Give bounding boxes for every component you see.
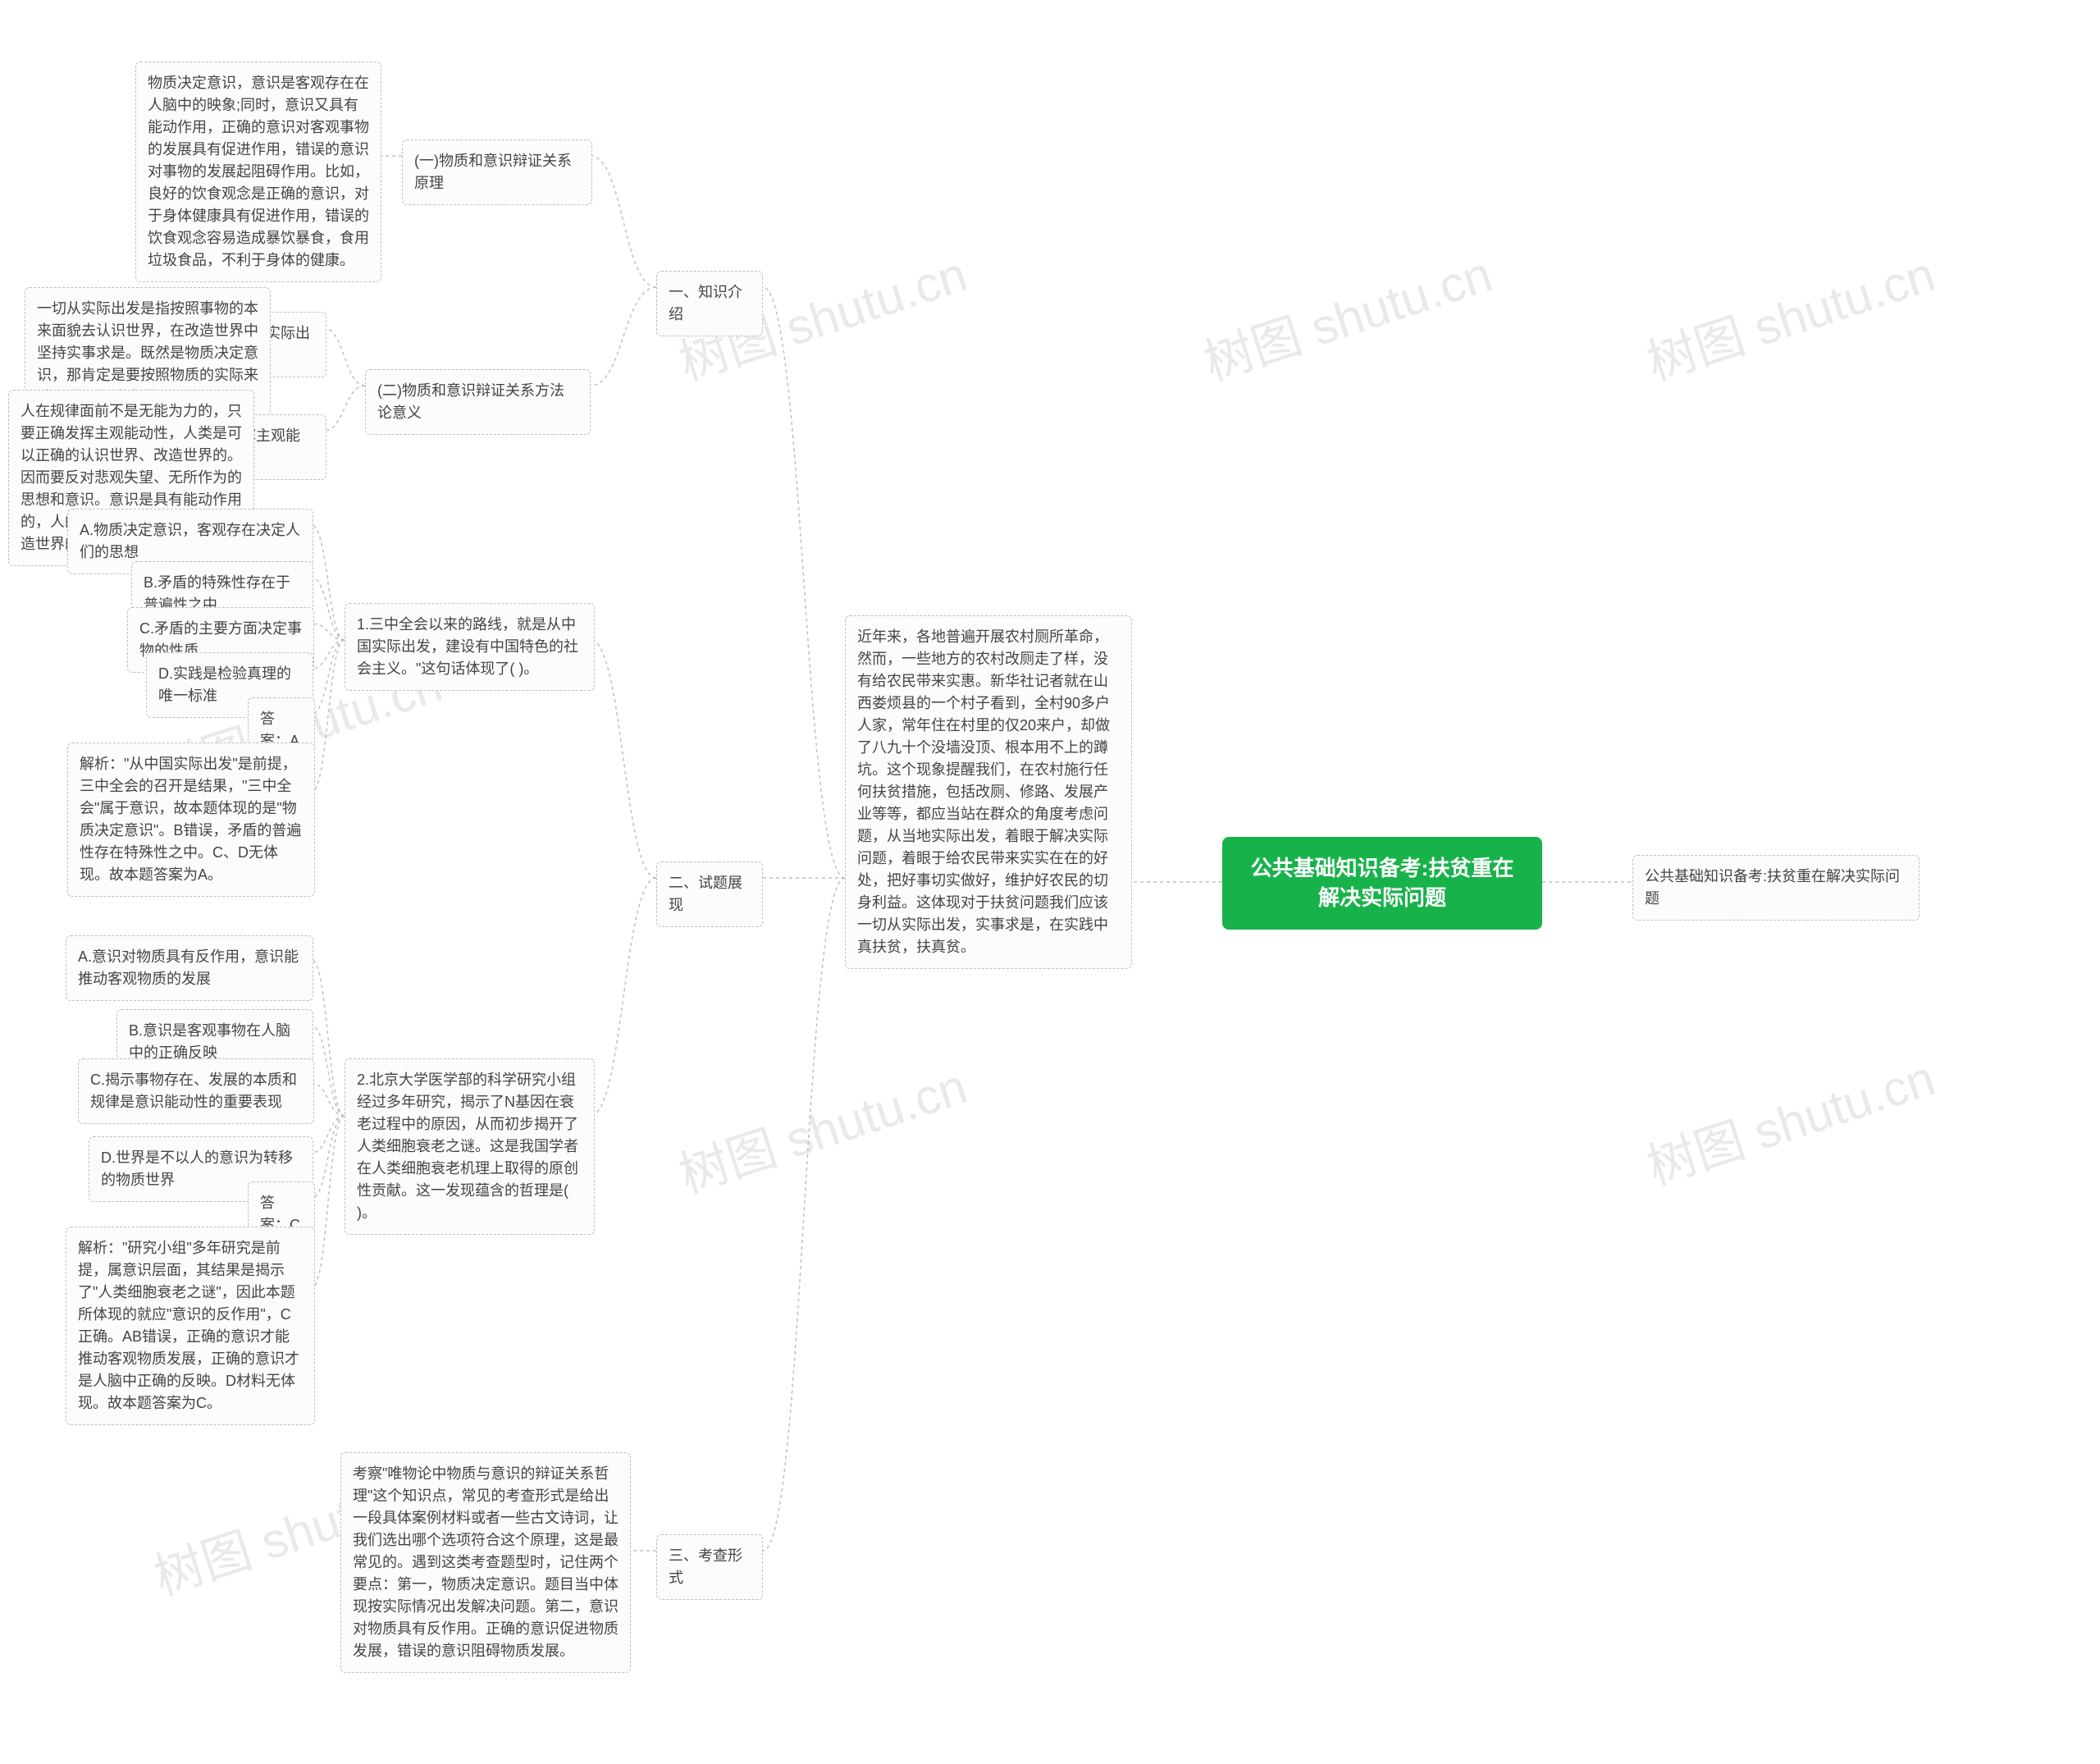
section3-label[interactable]: 三、考查形式 [656,1534,763,1600]
watermark: 树图 shutu.cn [1637,1039,1942,1199]
q2-explain[interactable]: 解析："研究小组"多年研究是前提，属意识层面，其结果是揭示了"人类细胞衰老之谜"… [66,1227,315,1425]
q1-stem[interactable]: 1.三中全会以来的路线，就是从中国实际出发，建设有中国特色的社会主义。"这句话体… [345,603,595,691]
intro-paragraph[interactable]: 近年来，各地普遍开展农村厕所革命，然而，一些地方的农村改厕走了样，没有给农民带来… [845,615,1132,969]
q2-a[interactable]: A.意识对物质具有反作用，意识能推动客观物质的发展 [66,935,313,1001]
watermark: 树图 shutu.cn [1637,235,1942,395]
root-title: 公共基础知识备考:扶贫重在解决实际问题 [1251,856,1514,910]
section1-sub1-label[interactable]: (一)物质和意识辩证关系原理 [402,139,592,205]
watermark: 树图 shutu.cn [1194,235,1500,395]
section2-label[interactable]: 二、试题展现 [656,861,763,927]
section1-sub1-desc[interactable]: 物质决定意识，意识是客观存在在人脑中的映象;同时，意识又具有能动作用，正确的意识… [135,62,381,282]
section1-label[interactable]: 一、知识介绍 [656,271,763,336]
section3-label-text: 三、考查形式 [669,1547,742,1586]
watermark: 树图 shutu.cn [669,1047,975,1207]
intro-text: 近年来，各地普遍开展农村厕所革命，然而，一些地方的农村改厕走了样，没有给农民带来… [857,628,1110,955]
section2-label-text: 二、试题展现 [669,875,742,913]
q2-stem[interactable]: 2.北京大学医学部的科学研究小组经过多年研究，揭示了N基因在衰老过程中的原因，从… [345,1058,595,1235]
section3-desc[interactable]: 考察"唯物论中物质与意识的辩证关系哲理"这个知识点，常见的考查形式是给出一段具体… [340,1452,631,1673]
section1-sub2-label[interactable]: (二)物质和意识辩证关系方法论意义 [365,369,591,435]
q1-explain[interactable]: 解析："从中国实际出发"是前提，三中全会的召开是结果，"三中全会"属于意识，故本… [67,743,315,897]
root-node[interactable]: 公共基础知识备考:扶贫重在解决实际问题 [1222,837,1542,930]
section1-label-text: 一、知识介绍 [669,284,742,322]
q2-c[interactable]: C.揭示事物存在、发展的本质和规律是意识能动性的重要表现 [78,1058,314,1124]
right-leaf[interactable]: 公共基础知识备考:扶贫重在解决实际问题 [1632,855,1920,921]
right-leaf-text: 公共基础知识备考:扶贫重在解决实际问题 [1645,868,1900,907]
